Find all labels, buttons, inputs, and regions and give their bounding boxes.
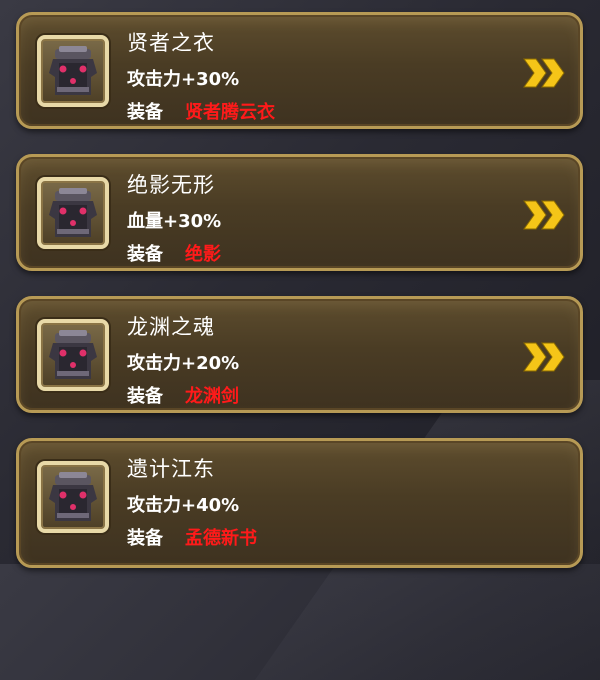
- set-stat: 攻击力+20%: [127, 353, 240, 374]
- double-chevron-right-icon[interactable]: [522, 199, 566, 231]
- double-chevron-right-icon[interactable]: [522, 341, 566, 373]
- set-title: 遗计江东: [127, 457, 215, 481]
- set-title: 贤者之衣: [127, 31, 215, 55]
- set-bonus-card[interactable]: 贤者之衣 攻击力+30% 装备 贤者腾云衣: [16, 12, 583, 129]
- equip-label: 装备: [127, 244, 163, 265]
- armor-icon: [49, 330, 97, 379]
- equip-name: 龙渊剑: [185, 386, 239, 407]
- set-stat: 攻击力+30%: [127, 69, 240, 90]
- equip-name: 绝影: [185, 244, 221, 265]
- set-bonus-card[interactable]: 龙渊之魂 攻击力+20% 装备 龙渊剑: [16, 296, 583, 413]
- set-title: 绝影无形: [127, 173, 215, 197]
- equip-name: 孟德新书: [185, 528, 257, 549]
- item-slot: [37, 35, 109, 107]
- equip-label: 装备: [127, 528, 163, 549]
- set-stat: 血量+30%: [127, 211, 222, 232]
- equip-label: 装备: [127, 386, 163, 407]
- armor-icon: [49, 46, 97, 95]
- item-slot: [37, 319, 109, 391]
- set-bonus-card[interactable]: 绝影无形 血量+30% 装备 绝影: [16, 154, 583, 271]
- equip-name: 贤者腾云衣: [185, 102, 275, 123]
- set-bonus-card[interactable]: 遗计江东 攻击力+40% 装备 孟德新书: [16, 438, 583, 568]
- item-slot: [37, 461, 109, 533]
- armor-icon: [49, 188, 97, 237]
- armor-icon: [49, 472, 97, 521]
- set-stat: 攻击力+40%: [127, 495, 240, 516]
- double-chevron-right-icon[interactable]: [522, 57, 566, 89]
- equip-label: 装备: [127, 102, 163, 123]
- item-slot: [37, 177, 109, 249]
- set-title: 龙渊之魂: [127, 315, 215, 339]
